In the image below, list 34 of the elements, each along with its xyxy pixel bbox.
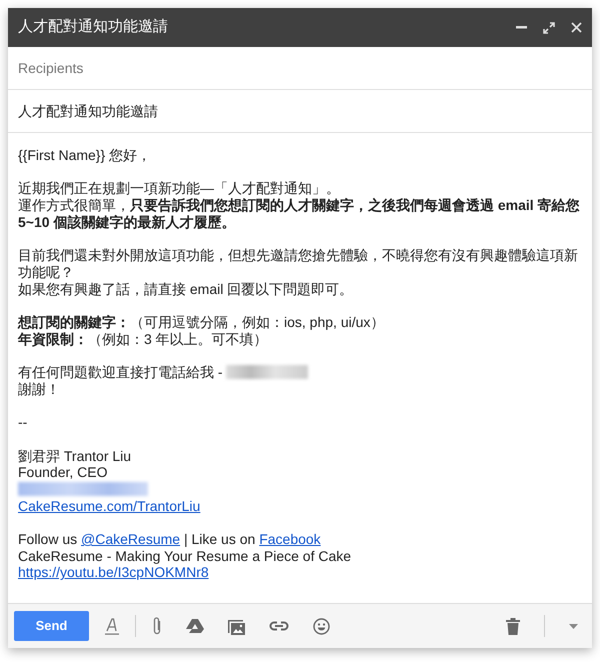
body-text: 想訂閱的關鍵字：（可用逗號分隔，例如：ios, php, ui/ux） — [18, 314, 384, 330]
body-text: Founder, CEO — [18, 464, 108, 480]
window-title: 人才配對通知功能邀請 — [18, 17, 168, 38]
recipients-field[interactable]: Recipients — [18, 58, 582, 78]
body-text: 謝謝！ — [18, 380, 60, 397]
body-text: 近期我們正在規劃一項新功能—「人才配對通知」。 — [18, 180, 340, 196]
body-text: 目前我們還未對外開放這項功能，但想先邀請您搶先體驗，不曉得您有沒有興趣體驗這項新功能呢？ — [18, 247, 578, 280]
attachment-icon[interactable] — [152, 616, 162, 636]
trash-icon[interactable] — [506, 618, 520, 634]
body-text: 年資限制：（例如：3 年以上。可不填） — [18, 330, 268, 347]
photo-icon[interactable] — [228, 618, 245, 634]
expand-icon[interactable] — [543, 22, 555, 34]
link[interactable]: @CakeResume — [81, 531, 180, 548]
body-text: 劉君羿 Trantor Liu — [18, 448, 132, 464]
send-button[interactable]: Send — [14, 611, 89, 641]
body-text: {{First Name}} 您好， — [18, 147, 152, 163]
text-format-icon[interactable] — [105, 617, 119, 635]
close-icon[interactable] — [571, 22, 582, 33]
body-text: | Like us on — [184, 531, 256, 548]
link-icon[interactable] — [269, 621, 289, 631]
more-options-caret-icon[interactable] — [569, 624, 578, 628]
link[interactable]: Facebook — [259, 531, 321, 548]
drive-icon[interactable] — [186, 618, 204, 634]
body-text: 運作方式很簡單，只要告訴我們您想訂閱的人才關鍵字，之後我們每週會透過 email 寄給您 5~10 個該關鍵字的最新人才履歷。 — [18, 197, 580, 230]
body-text: 如果您有興趣了話，請直接 email 回覆以下問題即可。 — [18, 280, 354, 297]
subject-field[interactable]: 人才配對通知功能邀請 — [18, 100, 582, 122]
link[interactable]: CakeResume.com/TrantorLiu — [18, 498, 200, 514]
body-text: Follow us — [18, 531, 78, 548]
emoji-icon[interactable] — [313, 618, 330, 634]
body-text: -- — [18, 414, 28, 430]
body-text: CakeResume - Making Your Resume a Piece of Cake — [18, 548, 352, 564]
minimize-icon[interactable] — [516, 26, 527, 29]
body-text: 有任何問題歡迎直接打電話給我 - — [18, 364, 223, 380]
link[interactable]: https://youtu.be/I3cpNOKMNr8 — [18, 564, 209, 580]
